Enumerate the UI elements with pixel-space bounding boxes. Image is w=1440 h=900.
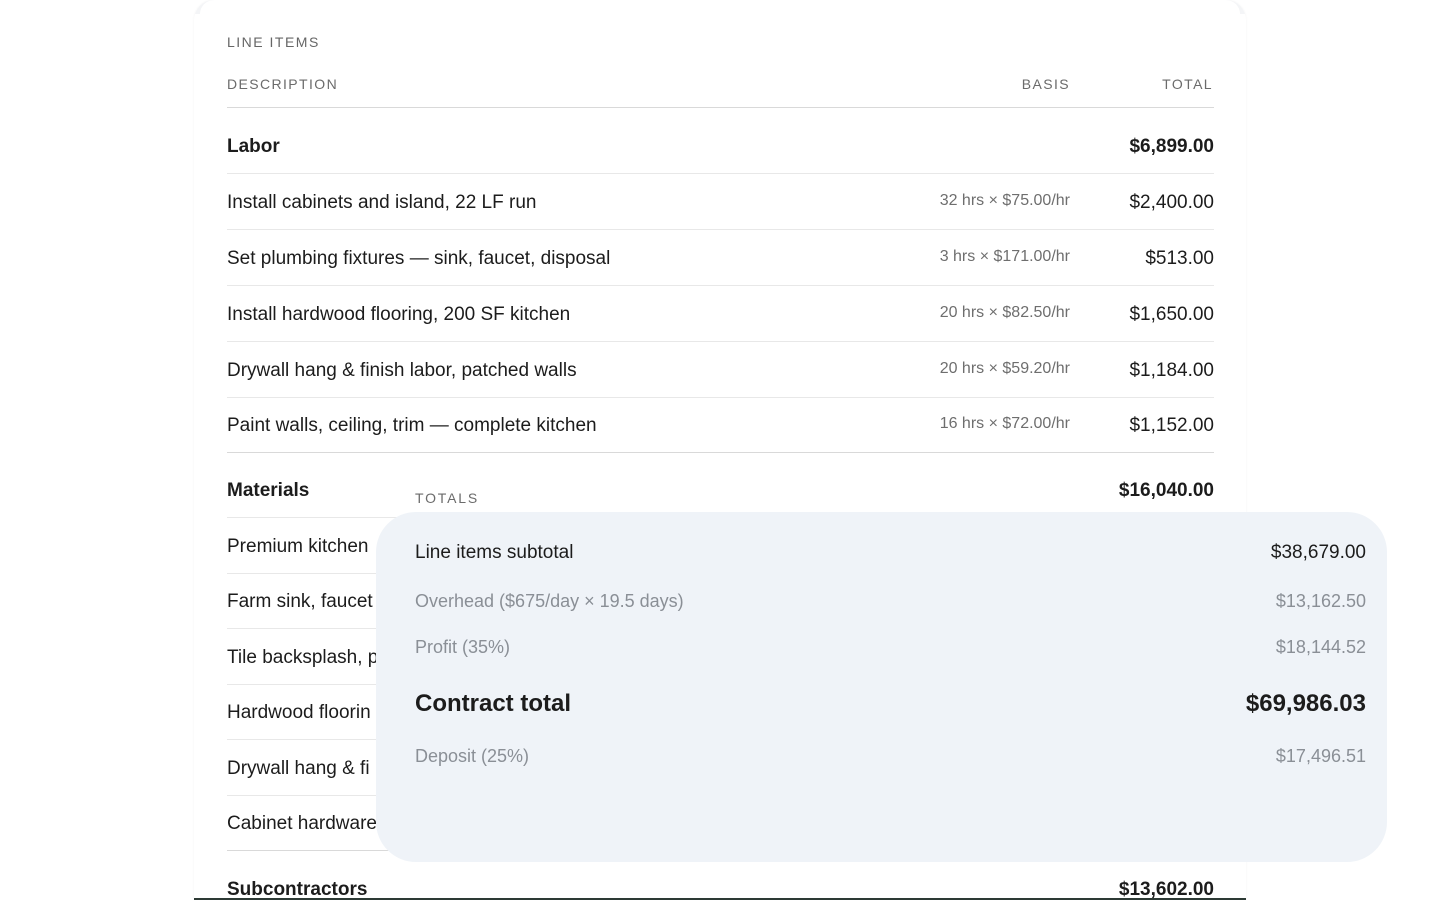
group-total: $13,602.00 — [1118, 879, 1214, 900]
group-name: Subcontractors — [227, 879, 368, 900]
deposit-label: Deposit (25%) — [415, 746, 530, 766]
deposit-value: $17,496.51 — [1275, 746, 1366, 766]
item-description: Cabinet hardware — [227, 813, 377, 834]
column-description: DESCRIPTION — [227, 76, 339, 92]
contract-total-value: $69,986.03 — [1245, 690, 1366, 717]
group-name: Materials — [227, 480, 310, 501]
table-row[interactable]: Install cabinets and island, 22 LF run 3… — [227, 174, 1214, 230]
item-description: Farm sink, faucet — [227, 591, 373, 612]
item-description: Drywall hang & fi — [227, 758, 370, 779]
table-row[interactable]: Set plumbing fixtures — sink, faucet, di… — [227, 230, 1214, 286]
line-items-heading: LINE ITEMS — [227, 34, 320, 50]
group-row-labor[interactable]: Labor $6,899.00 — [227, 118, 1214, 174]
item-basis: 20 hrs × $59.20/hr — [939, 360, 1070, 377]
totals-panel: Line items subtotal $38,679.00 Overhead … — [376, 512, 1387, 862]
item-basis: 3 hrs × $171.00/hr — [939, 248, 1070, 265]
item-total: $1,184.00 — [1129, 360, 1214, 381]
table-row[interactable]: Paint walls, ceiling, trim — complete ki… — [227, 397, 1214, 453]
card-edge — [194, 0, 1246, 14]
totals-heading: TOTALS — [415, 490, 487, 506]
table-row[interactable]: Drywall hang & finish labor, patched wal… — [227, 342, 1214, 398]
item-description: Tile backsplash, p — [227, 647, 379, 668]
item-description: Premium kitchen — [227, 536, 369, 557]
subtotal-label: Line items subtotal — [415, 542, 574, 563]
profit-label: Profit (35%) — [415, 637, 511, 657]
profit-value: $18,144.52 — [1275, 637, 1366, 657]
subtotal-value: $38,679.00 — [1270, 542, 1366, 563]
item-description: Set plumbing fixtures — sink, faucet, di… — [227, 248, 611, 269]
overhead-label: Overhead ($675/day × 19.5 days) — [415, 591, 684, 611]
item-description: Drywall hang & finish labor, patched wal… — [227, 360, 577, 381]
column-basis: BASIS — [1021, 76, 1070, 92]
item-total: $513.00 — [1145, 248, 1214, 269]
group-row-subcontractors[interactable]: Subcontractors $13,602.00 — [227, 861, 1214, 900]
item-basis: 16 hrs × $72.00/hr — [939, 415, 1070, 432]
item-total: $1,650.00 — [1129, 304, 1214, 325]
group-total: $16,040.00 — [1118, 480, 1214, 501]
item-total: $1,152.00 — [1129, 415, 1214, 436]
contract-total-label: Contract total — [415, 690, 571, 717]
item-basis: 32 hrs × $75.00/hr — [939, 192, 1070, 209]
overhead-value: $13,162.50 — [1275, 591, 1366, 611]
line-items-header: DESCRIPTION BASIS TOTAL — [227, 76, 1214, 108]
item-description: Install cabinets and island, 22 LF run — [227, 192, 537, 213]
table-row[interactable]: Install hardwood flooring, 200 SF kitche… — [227, 286, 1214, 342]
column-total: TOTAL — [1162, 76, 1213, 92]
group-total: $6,899.00 — [1129, 136, 1214, 157]
item-basis: 20 hrs × $82.50/hr — [939, 304, 1070, 321]
group-name: Labor — [227, 136, 280, 157]
item-total: $2,400.00 — [1129, 192, 1214, 213]
item-description: Install hardwood flooring, 200 SF kitche… — [227, 304, 571, 325]
group-row-materials[interactable]: Materials $16,040.00 — [227, 462, 1214, 518]
item-description: Paint walls, ceiling, trim — complete ki… — [227, 415, 597, 436]
item-description: Hardwood floorin — [227, 702, 371, 723]
